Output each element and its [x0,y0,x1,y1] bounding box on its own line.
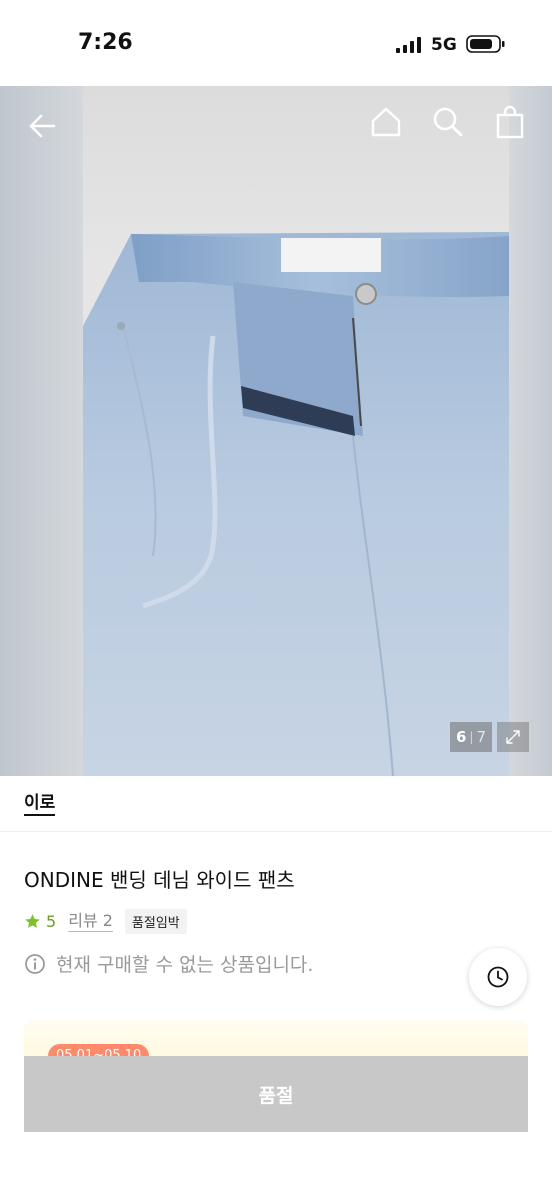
status-bar: 7:26 5G [0,0,552,86]
info-icon [25,953,45,974]
rating-value: 5 [46,911,57,931]
gallery-next-image-edge [509,86,552,776]
status-time: 7:26 [78,30,133,55]
brand-row: 이로 [0,776,552,832]
gallery-current-index: 6 [455,728,467,746]
network-label: 5G [431,35,457,55]
star-icon [25,913,40,928]
gallery-prev-image-edge [0,86,83,776]
bottom-safe-area [0,1132,552,1200]
review-count-link[interactable]: 리뷰 2 [68,911,113,932]
low-stock-badge: 품절임박 [124,908,187,934]
jeans-illustration [83,232,509,776]
rating-row: 5 리뷰 2 품절임박 [24,908,187,934]
expand-image-button[interactable] [497,722,529,752]
signal-icon [396,37,421,53]
gallery-separator: | [469,730,474,744]
recently-viewed-button[interactable] [469,948,527,1006]
product-title: ONDINE 밴딩 데님 와이드 팬츠 [24,868,295,892]
gallery-total: 7 [476,728,487,746]
brand-link[interactable]: 이로 [24,793,56,816]
search-icon[interactable] [430,104,466,140]
back-arrow-icon[interactable] [22,106,62,146]
product-photo [83,86,509,776]
product-detail-page: 7:26 5G 6 | 7 이로 ONDINE 밴딩 데님 와이드 팬츠 5 리… [0,0,552,1200]
unavailable-notice: 현재 구매할 수 없는 상품입니다. [24,950,313,977]
home-icon[interactable] [368,104,404,140]
shopping-bag-icon[interactable] [493,104,527,140]
clock-icon [487,966,509,988]
expand-icon [506,730,520,744]
gallery-pager: 6 | 7 [450,722,492,752]
battery-icon [466,35,505,53]
sold-out-button[interactable]: 품절 [24,1056,528,1132]
product-image-gallery[interactable]: 6 | 7 [0,86,552,776]
notice-text: 현재 구매할 수 없는 상품입니다. [56,954,314,976]
